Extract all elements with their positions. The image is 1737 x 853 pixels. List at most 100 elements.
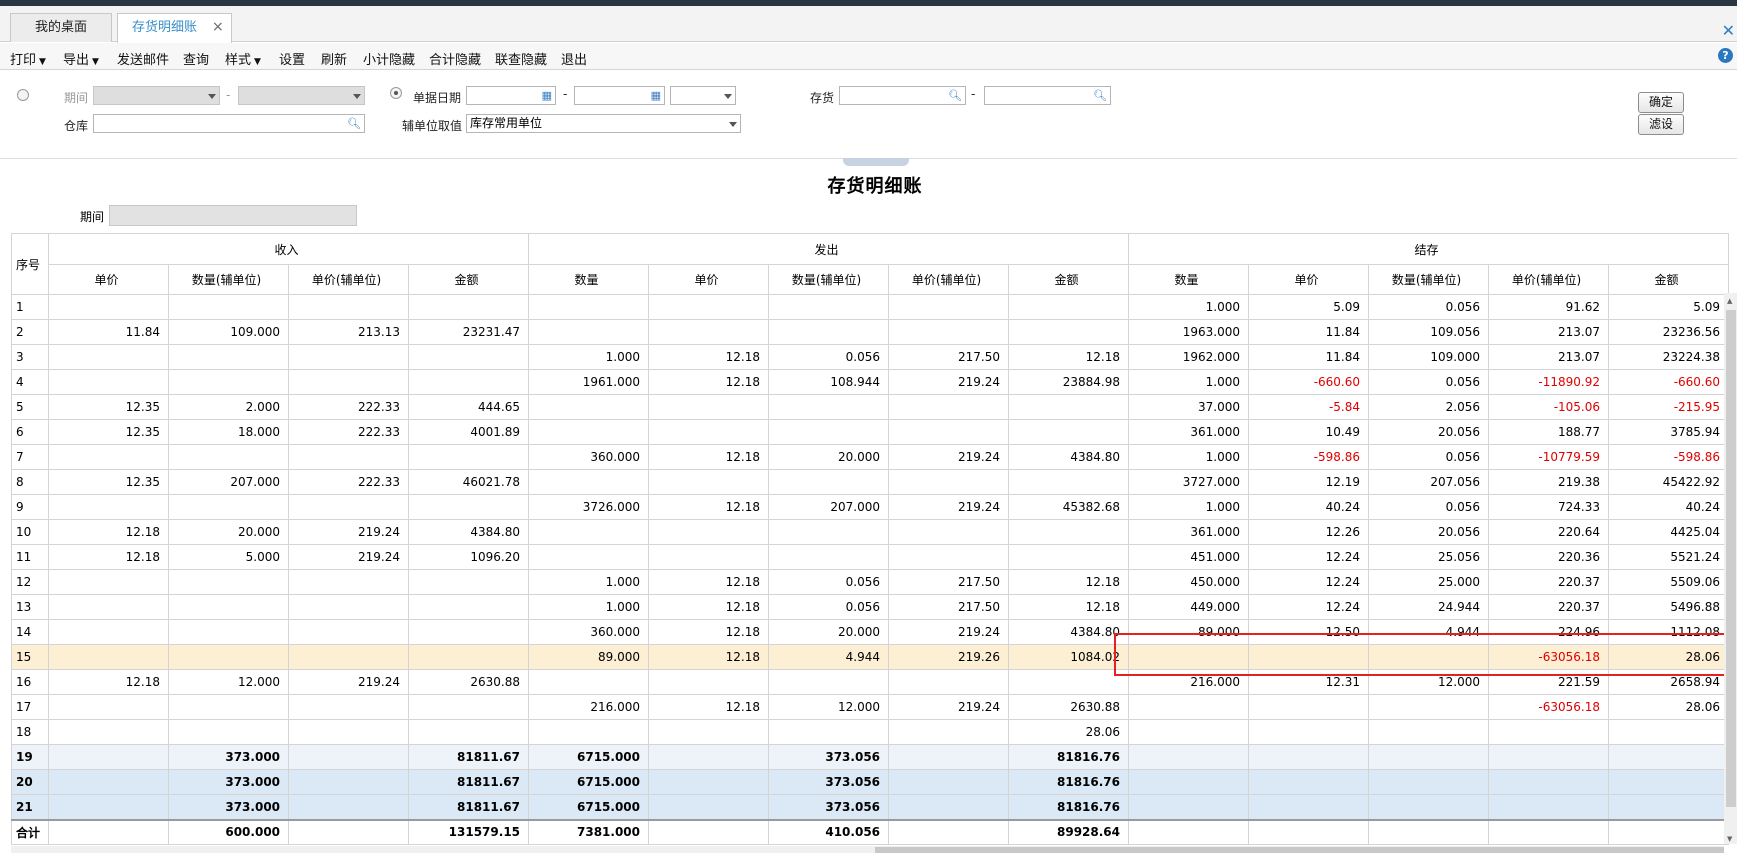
table-cell[interactable]: 12.000 [768, 694, 890, 720]
table-cell[interactable] [288, 719, 410, 745]
table-cell[interactable] [888, 419, 1010, 445]
table-cell[interactable]: 217.50 [888, 344, 1010, 370]
table-cell[interactable]: 28.06 [1008, 719, 1130, 745]
table-cell[interactable]: 81816.76 [1008, 744, 1130, 770]
table-cell[interactable]: 1084.02 [1008, 644, 1130, 670]
table-cell[interactable] [48, 569, 170, 595]
table-cell[interactable]: 12.18 [1008, 569, 1130, 595]
column-header[interactable]: 单价 [48, 264, 170, 295]
table-cell[interactable]: 219.24 [288, 544, 410, 570]
send-email-button[interactable]: 发送邮件 [117, 49, 169, 68]
lookup-icon[interactable]: 🔍︎ [347, 117, 361, 130]
table-cell[interactable]: 219.24 [888, 619, 1010, 645]
table-cell[interactable]: 410.056 [768, 818, 890, 845]
print-button[interactable]: 打印 ▼ [10, 49, 46, 68]
table-cell[interactable]: 11.84 [1248, 344, 1370, 370]
table-cell[interactable] [648, 419, 770, 445]
table-cell[interactable] [288, 769, 410, 795]
table-row[interactable]: 3 1.000 12.18 0.056 217.50 12.18 1962.000 11.84… [10, 344, 1730, 370]
table-cell[interactable] [408, 444, 530, 470]
table-cell[interactable] [648, 818, 770, 845]
column-header[interactable]: 金额 [408, 264, 530, 295]
table-cell[interactable]: 361.000 [1128, 419, 1250, 445]
table-cell[interactable]: 45382.68 [1008, 494, 1130, 520]
column-header[interactable]: 金额 [1008, 264, 1130, 295]
search-icon[interactable]: 🔍︎ [948, 89, 962, 102]
table-cell[interactable] [768, 469, 890, 495]
table-cell[interactable] [288, 794, 410, 820]
hide-subtotal-button[interactable]: 小计隐藏 [363, 49, 415, 68]
table-cell[interactable] [888, 544, 1010, 570]
table-cell[interactable]: 373.056 [768, 794, 890, 820]
table-cell[interactable]: 216.000 [528, 694, 650, 720]
table-cell[interactable]: 12.18 [48, 544, 170, 570]
table-cell[interactable] [528, 319, 650, 345]
period-start-select[interactable] [93, 86, 220, 105]
table-cell[interactable] [408, 619, 530, 645]
table-cell[interactable]: 3726.000 [528, 494, 650, 520]
column-header[interactable]: 单价 [648, 264, 770, 295]
table-cell[interactable]: 20.056 [1368, 419, 1490, 445]
confirm-button[interactable]: 确定 [1638, 92, 1684, 113]
tab-my-desktop[interactable]: 我的桌面 [10, 13, 112, 42]
table-cell[interactable] [528, 519, 650, 545]
table-cell[interactable]: 222.33 [288, 419, 410, 445]
table-cell[interactable]: 12.18 [648, 494, 770, 520]
table-cell[interactable] [888, 744, 1010, 770]
table-cell[interactable]: 81816.76 [1008, 769, 1130, 795]
table-cell[interactable] [768, 294, 890, 320]
table-cell[interactable] [408, 494, 530, 520]
table-cell[interactable] [1248, 794, 1370, 820]
table-row[interactable]: 合计 600.000 131579.15 7381.000 410.056 89928.6… [10, 818, 1730, 845]
table-cell[interactable] [1368, 794, 1490, 820]
table-cell[interactable]: 12.18 [648, 569, 770, 595]
table-cell[interactable]: 23884.98 [1008, 369, 1130, 395]
table-cell[interactable]: 219.24 [888, 494, 1010, 520]
table-cell[interactable]: -598.86 [1608, 444, 1730, 470]
table-cell[interactable]: 25.000 [1368, 569, 1490, 595]
table-row[interactable]: 17 216.000 12.18 12.000 219.24 2630.88 -63056.… [10, 694, 1730, 720]
inventory-end-input[interactable]: 🔍︎ [984, 86, 1111, 105]
table-cell[interactable] [528, 469, 650, 495]
table-row[interactable]: 11 12.18 5.000 219.24 1096.20 451.000 12.24 25.… [10, 544, 1730, 570]
table-cell[interactable] [1008, 419, 1130, 445]
table-cell[interactable]: 81811.67 [408, 794, 530, 820]
table-cell[interactable] [48, 494, 170, 520]
table-cell[interactable]: 3727.000 [1128, 469, 1250, 495]
table-cell[interactable]: 220.36 [1488, 544, 1610, 570]
table-row[interactable]: 2 11.84 109.000 213.13 23231.47 1963.000 11.84… [10, 319, 1730, 345]
period-radio[interactable] [17, 89, 29, 101]
table-cell[interactable]: 444.65 [408, 394, 530, 420]
table-cell[interactable] [1128, 744, 1250, 770]
table-cell[interactable] [888, 319, 1010, 345]
table-cell[interactable] [288, 369, 410, 395]
table-row[interactable]: 10 12.18 20.000 219.24 4384.80 361.000 12.26 20… [10, 519, 1730, 545]
table-cell[interactable]: 2.056 [1368, 394, 1490, 420]
column-header[interactable]: 数量 [528, 264, 650, 295]
table-cell[interactable]: 20.056 [1368, 519, 1490, 545]
table-cell[interactable] [888, 719, 1010, 745]
window-close-icon[interactable]: ✕ [1722, 21, 1735, 40]
table-cell[interactable]: -215.95 [1608, 394, 1730, 420]
table-cell[interactable] [168, 444, 290, 470]
table-cell[interactable]: 1096.20 [408, 544, 530, 570]
table-row[interactable]: 18 28.06 [10, 719, 1730, 745]
table-cell[interactable] [1608, 769, 1730, 795]
table-cell[interactable] [1488, 794, 1610, 820]
table-cell[interactable]: 23236.56 [1608, 319, 1730, 345]
table-cell[interactable] [168, 619, 290, 645]
vertical-scrollbar-thumb[interactable] [1726, 310, 1736, 807]
scroll-up-icon[interactable]: ▲ [1727, 297, 1732, 305]
table-cell[interactable] [48, 444, 170, 470]
table-cell[interactable] [528, 719, 650, 745]
table-cell[interactable]: 220.37 [1488, 569, 1610, 595]
table-cell[interactable]: 12.18 [48, 669, 170, 695]
table-cell[interactable]: 20.000 [768, 619, 890, 645]
table-cell[interactable]: 373.000 [168, 744, 290, 770]
table-cell[interactable] [768, 669, 890, 695]
table-cell[interactable]: 1.000 [1128, 444, 1250, 470]
table-cell[interactable]: 600.000 [168, 818, 290, 845]
table-cell[interactable]: 1.000 [1128, 294, 1250, 320]
table-cell[interactable]: -660.60 [1248, 369, 1370, 395]
table-cell[interactable]: 449.000 [1128, 594, 1250, 620]
